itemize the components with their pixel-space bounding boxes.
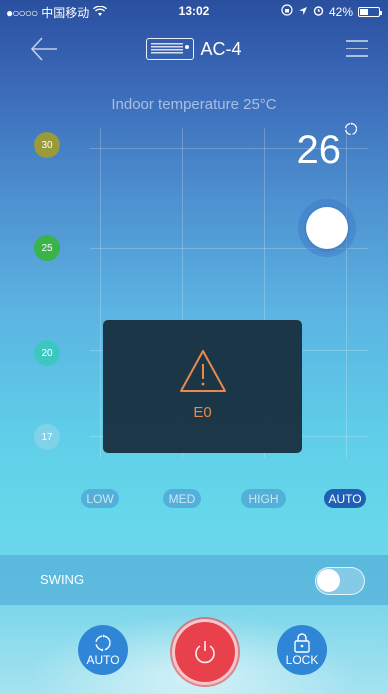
temp-tick-17: 17 [34,424,60,450]
error-dialog: E0 [103,320,302,453]
temp-tick-30: 30 [34,132,60,158]
swing-toggle[interactable] [315,567,365,595]
grid-line [346,128,347,458]
swing-label: SWING [40,572,85,587]
warning-icon [180,350,226,392]
slider-knob-inner [306,207,348,249]
air-conditioner-icon [146,38,195,60]
menu-line [346,47,368,49]
swing-bar: SWING [0,555,388,605]
location-icon [298,5,308,19]
bottom-controls: AUTO LOCK [0,605,388,694]
lock-label: LOCK [285,653,319,667]
fan-speed-med[interactable]: MED [163,489,201,508]
menu-button[interactable] [346,40,368,58]
temp-tick-20: 20 [34,340,60,366]
toggle-knob [317,569,340,592]
indoor-temperature: Indoor temperature 25°C [111,96,277,113]
orientation-lock-icon [281,4,293,19]
nav-bar: AC-4 [0,22,388,74]
error-code: E0 [193,404,212,421]
power-icon [195,641,215,664]
mode-label: AUTO [86,653,120,667]
set-temperature: 26 [296,128,342,172]
cycle-icon [344,122,358,136]
menu-line [346,55,368,57]
battery-icon [358,6,382,17]
fan-speed-row: LOW MED HIGH AUTO [0,489,388,509]
grid-line [100,128,101,458]
lock-icon [294,633,310,653]
menu-line [346,40,368,42]
device-name: AC-4 [200,38,242,59]
power-button[interactable] [172,619,238,685]
lock-button[interactable]: LOCK [277,625,327,675]
device-title: AC-4 [0,38,388,60]
temperature-slider-knob[interactable] [298,199,356,257]
battery-percent: 42% [328,4,353,19]
cycle-icon [95,634,111,652]
fan-speed-high[interactable]: HIGH [241,489,286,508]
status-bar: ●○○○○ 中国移动 13:02 42% [0,0,388,22]
temp-tick-25: 25 [34,235,60,261]
fan-speed-auto[interactable]: AUTO [324,489,366,508]
fan-speed-low[interactable]: LOW [81,489,119,508]
alarm-icon [313,5,324,19]
mode-auto-button[interactable]: AUTO [78,625,128,675]
